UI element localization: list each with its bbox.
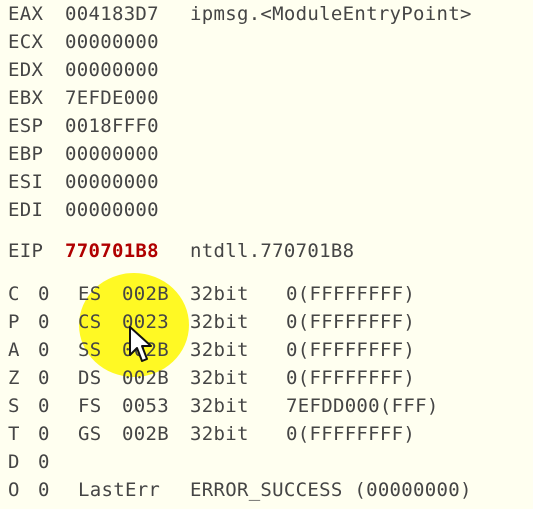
register-name: EAX (8, 3, 44, 25)
register-value[interactable]: 00000000 (65, 170, 159, 194)
segment-name: CS (78, 311, 102, 333)
register-row-eip[interactable]: EIP 770701B8 ntdll.770701B8 (8, 239, 528, 263)
flag-name: P (8, 311, 20, 333)
registers-pane: EAX 004183D7 ipmsg.<ModuleEntryPoint> EC… (0, 0, 533, 509)
flag-name: T (8, 423, 20, 445)
register-name: ESP (8, 115, 44, 137)
segment-name: ES (78, 283, 102, 305)
segment-selector[interactable]: 002B (122, 422, 169, 446)
register-name: EIP (8, 240, 44, 262)
segment-name: DS (78, 367, 102, 389)
segment-bits: 32bit (190, 283, 249, 305)
flag-row-c[interactable]: C 0 ES 002B 32bit 0(FFFFFFFF) (8, 282, 528, 306)
flag-name: S (8, 395, 20, 417)
register-name: EBX (8, 87, 44, 109)
register-value[interactable]: 00000000 (65, 30, 159, 54)
segment-bits: 32bit (190, 395, 249, 417)
flag-value[interactable]: 0 (38, 282, 50, 306)
flag-name: A (8, 339, 20, 361)
segment-selector[interactable]: 0053 (122, 394, 169, 418)
register-name: EDI (8, 199, 44, 221)
segment-base-limit: 0(FFFFFFFF) (286, 311, 416, 333)
flag-row-a[interactable]: A 0 SS 002B 32bit 0(FFFFFFFF) (8, 338, 528, 362)
segment-bits: 32bit (190, 423, 249, 445)
segment-base-limit: 0(FFFFFFFF) (286, 283, 416, 305)
flag-value[interactable]: 0 (38, 478, 50, 502)
flag-row-p[interactable]: P 0 CS 0023 32bit 0(FFFFFFFF) (8, 310, 528, 334)
segment-bits: 32bit (190, 311, 249, 333)
register-row-ecx[interactable]: ECX 00000000 (8, 30, 528, 54)
register-value-changed[interactable]: 770701B8 (65, 239, 159, 263)
register-row-esp[interactable]: ESP 0018FFF0 (8, 114, 528, 138)
flag-name: Z (8, 367, 20, 389)
register-row-ebp[interactable]: EBP 00000000 (8, 142, 528, 166)
register-name: EBP (8, 143, 44, 165)
register-row-esi[interactable]: ESI 00000000 (8, 170, 528, 194)
segment-base-limit: 0(FFFFFFFF) (286, 423, 416, 445)
flag-name: D (8, 451, 20, 473)
segment-base-limit: 7EFDD000(FFF) (286, 395, 439, 417)
flag-name: O (8, 479, 20, 501)
flag-row-o[interactable]: O 0 LastErr ERROR_SUCCESS (00000000) (8, 478, 528, 502)
flag-row-s[interactable]: S 0 FS 0053 32bit 7EFDD000(FFF) (8, 394, 528, 418)
register-value[interactable]: 004183D7 (65, 2, 159, 26)
register-row-ebx[interactable]: EBX 7EFDE000 (8, 86, 528, 110)
register-name: EDX (8, 59, 44, 81)
segment-selector[interactable]: 002B (122, 366, 169, 390)
register-value[interactable]: 00000000 (65, 142, 159, 166)
segment-base-limit: 0(FFFFFFFF) (286, 367, 416, 389)
register-row-eax[interactable]: EAX 004183D7 ipmsg.<ModuleEntryPoint> (8, 2, 528, 26)
mouse-pointer-icon (129, 326, 152, 362)
lasterr-value: ERROR_SUCCESS (00000000) (190, 479, 472, 501)
register-name: ESI (8, 171, 44, 193)
flag-value[interactable]: 0 (38, 338, 50, 362)
segment-name: SS (78, 339, 102, 361)
segment-bits: 32bit (190, 367, 249, 389)
flag-row-z[interactable]: Z 0 DS 002B 32bit 0(FFFFFFFF) (8, 366, 528, 390)
register-name: ECX (8, 31, 44, 53)
register-symbol: ntdll.770701B8 (190, 240, 355, 262)
register-value[interactable]: 0018FFF0 (65, 114, 159, 138)
lasterr-label: LastErr (78, 479, 161, 501)
flag-value[interactable]: 0 (38, 366, 50, 390)
flag-name: C (8, 283, 20, 305)
segment-base-limit: 0(FFFFFFFF) (286, 339, 416, 361)
flag-row-t[interactable]: T 0 GS 002B 32bit 0(FFFFFFFF) (8, 422, 528, 446)
segment-bits: 32bit (190, 339, 249, 361)
flag-value[interactable]: 0 (38, 450, 50, 474)
segment-name: FS (78, 395, 102, 417)
segment-name: GS (78, 423, 102, 445)
flag-row-d[interactable]: D 0 (8, 450, 528, 474)
register-value[interactable]: 00000000 (65, 58, 159, 82)
register-value[interactable]: 7EFDE000 (65, 86, 159, 110)
register-symbol: ipmsg.<ModuleEntryPoint> (190, 3, 472, 25)
flag-value[interactable]: 0 (38, 394, 50, 418)
flag-value[interactable]: 0 (38, 310, 50, 334)
register-row-edi[interactable]: EDI 00000000 (8, 198, 528, 222)
flag-value[interactable]: 0 (38, 422, 50, 446)
register-row-edx[interactable]: EDX 00000000 (8, 58, 528, 82)
register-value[interactable]: 00000000 (65, 198, 159, 222)
segment-selector[interactable]: 002B (122, 282, 169, 306)
